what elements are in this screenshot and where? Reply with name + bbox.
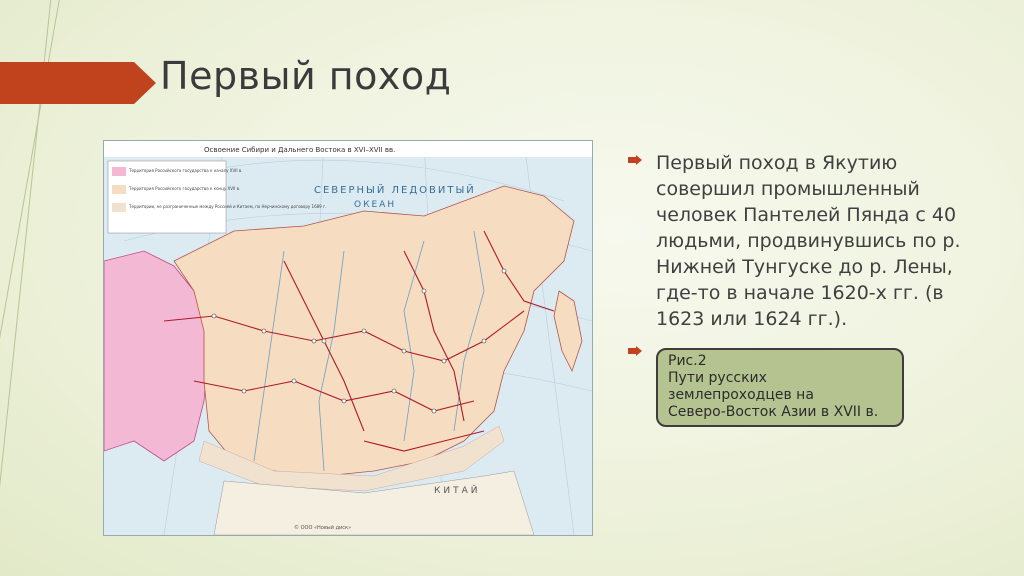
caption-line: Пути русских xyxy=(668,370,767,386)
bullet-arrow-icon xyxy=(628,155,642,165)
map-copyright: © ООО «Новый диск» xyxy=(294,524,351,531)
figure-caption: Рис.2 Пути русских землепроходцев на Сев… xyxy=(656,348,904,427)
bullet-arrow-icon xyxy=(628,346,642,356)
legend-swatch-early xyxy=(112,167,126,176)
bullet-item: Первый поход в Якутию совершил промышлен… xyxy=(628,150,973,332)
title-accent-bar xyxy=(0,62,156,104)
caption-line: Рис.2 xyxy=(668,353,707,369)
map-image: Освоение Сибири и Дальнего Востока в XVI… xyxy=(103,140,593,536)
china-label: КИТАЙ xyxy=(434,484,481,496)
legend-swatch-end xyxy=(112,185,126,194)
caption-line: землепроходцев на xyxy=(668,387,814,403)
ocean-label-2: ОКЕАН xyxy=(354,200,396,210)
bullet-text: Первый поход в Якутию совершил промышлен… xyxy=(656,152,961,330)
slide-title: Первый поход xyxy=(160,54,452,98)
siberia-map: Освоение Сибири и Дальнего Востока в XVI… xyxy=(104,141,592,535)
bullet-list: Первый поход в Якутию совершил промышлен… xyxy=(628,150,973,427)
legend-label-undefined: Территории, не разграниченные между Росс… xyxy=(128,204,326,209)
map-header-title: Освоение Сибири и Дальнего Востока в XVI… xyxy=(204,146,395,154)
ocean-label: СЕВЕРНЫЙ ЛЕДОВИТЫЙ xyxy=(314,183,476,196)
bullet-item-caption: Рис.2 Пути русских землепроходцев на Сев… xyxy=(628,332,973,427)
caption-line: Северо-Восток Азии в XVII в. xyxy=(668,404,879,420)
legend-label-end: Территория Российского государства к кон… xyxy=(128,186,240,191)
legend-label-early: Территория Российского государства к нач… xyxy=(128,168,243,173)
legend-swatch-undefined xyxy=(112,203,126,212)
